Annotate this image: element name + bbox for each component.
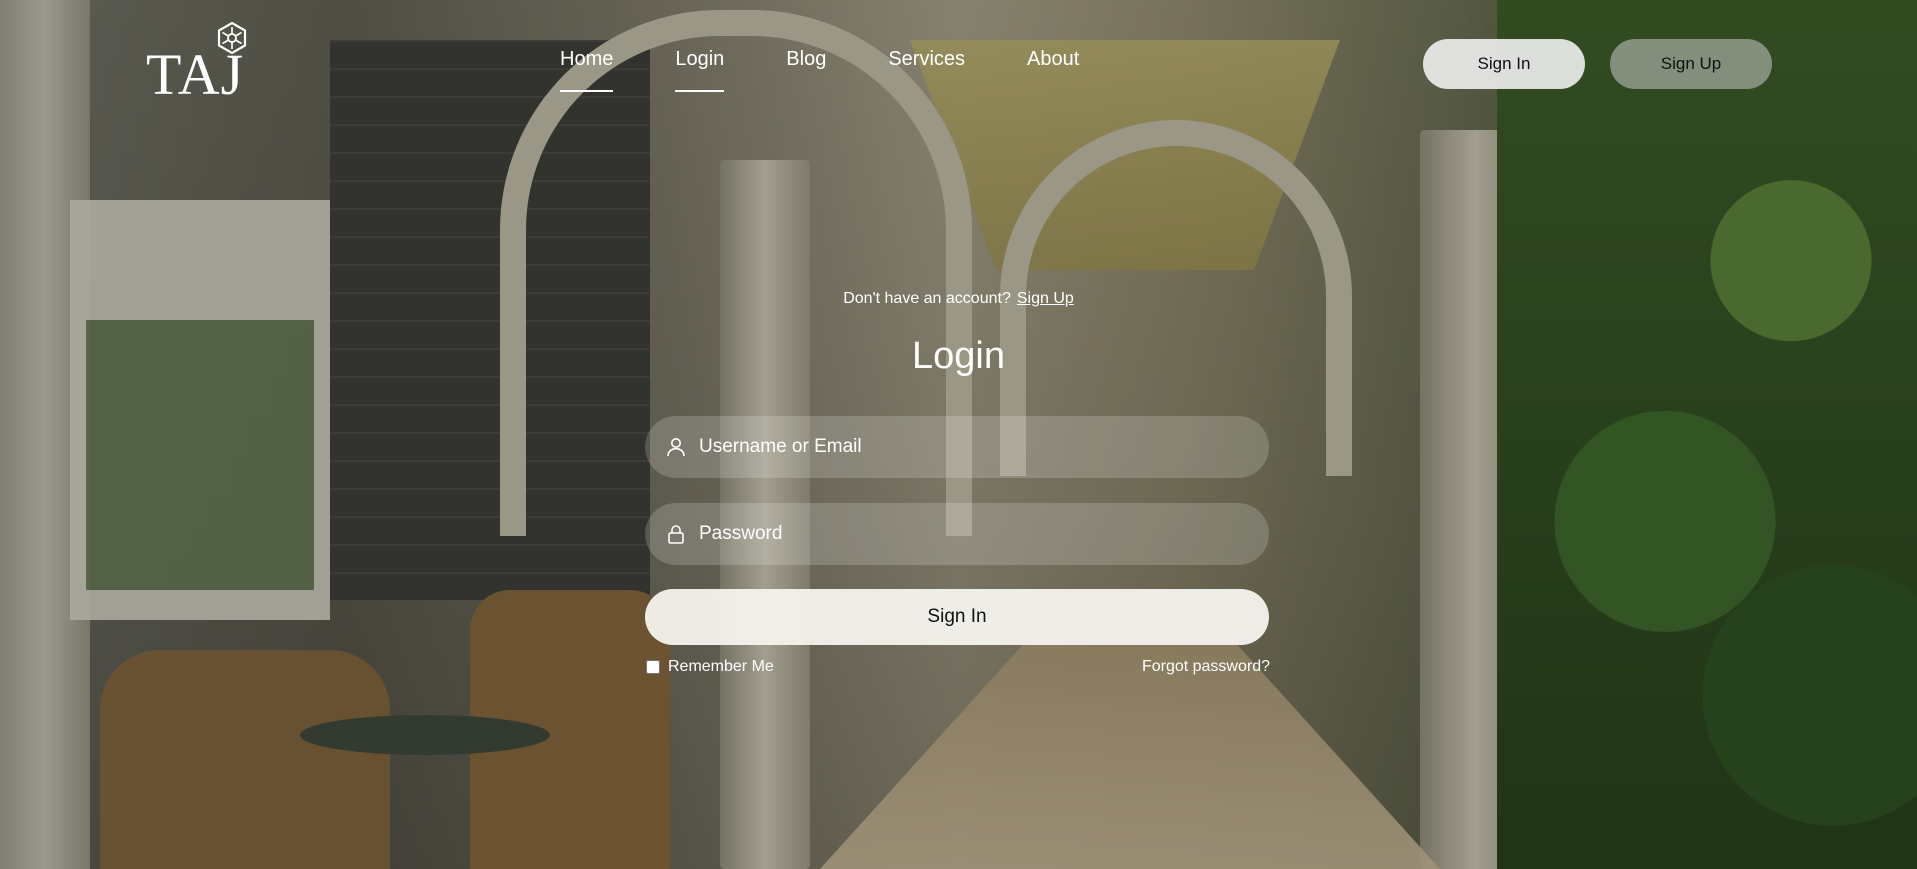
brand-name: TAJ bbox=[146, 42, 245, 107]
brand-logo[interactable]: TAJ bbox=[146, 22, 250, 112]
username-field[interactable] bbox=[645, 416, 1269, 478]
header-sign-up-button[interactable]: Sign Up bbox=[1610, 39, 1772, 89]
sign-in-button[interactable]: Sign In bbox=[645, 589, 1269, 645]
signup-prompt: Don't have an account? Sign Up bbox=[0, 290, 1917, 308]
password-field[interactable] bbox=[645, 503, 1269, 565]
remember-me[interactable]: Remember Me bbox=[646, 658, 774, 676]
nav-home[interactable]: Home bbox=[560, 48, 614, 92]
password-input[interactable] bbox=[699, 503, 1269, 565]
lock-icon bbox=[668, 525, 684, 544]
nav-blog[interactable]: Blog bbox=[786, 48, 826, 71]
signup-link[interactable]: Sign Up bbox=[1017, 290, 1074, 307]
signup-prompt-text: Don't have an account? bbox=[843, 290, 1011, 307]
forgot-password-link[interactable]: Forgot password? bbox=[1142, 658, 1270, 676]
login-title: Login bbox=[912, 335, 1005, 377]
nav-services[interactable]: Services bbox=[888, 48, 965, 71]
username-input[interactable] bbox=[699, 416, 1269, 478]
header-sign-in-button[interactable]: Sign In bbox=[1423, 39, 1585, 89]
user-icon bbox=[667, 438, 685, 457]
main-nav: Home Login Blog Services About bbox=[560, 48, 1079, 92]
remember-me-label: Remember Me bbox=[668, 658, 774, 675]
remember-me-checkbox[interactable] bbox=[646, 660, 660, 674]
nav-login[interactable]: Login bbox=[675, 48, 724, 92]
nav-about[interactable]: About bbox=[1027, 48, 1079, 71]
